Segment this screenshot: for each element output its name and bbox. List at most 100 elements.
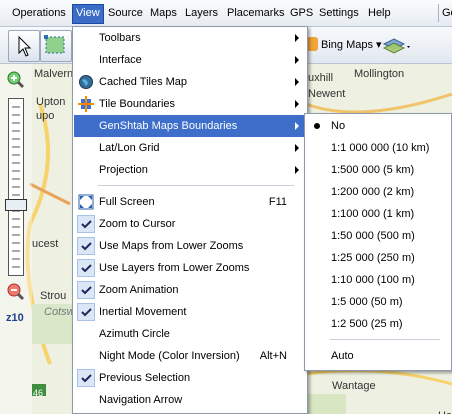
submenu-item-auto[interactable]: Auto <box>306 345 450 367</box>
submenu-arrow-icon <box>295 100 299 108</box>
menu-item-previous-selection[interactable]: Previous Selection <box>74 367 306 389</box>
menu-settings[interactable]: Settings <box>316 4 362 22</box>
submenu-item-scale-25k[interactable]: 1:25 000 (250 m) <box>306 247 450 269</box>
zoom-slider-track[interactable] <box>8 98 24 276</box>
map-label-upo: upo <box>36 110 55 122</box>
menu-operations[interactable]: Operations <box>9 4 69 22</box>
submenu-item-label: 1:2 500 (25 m) <box>331 318 403 330</box>
shortcut-label: Alt+N <box>259 350 287 362</box>
check-icon <box>77 303 95 321</box>
menu-bar: Operations View Source Maps Layers Place… <box>0 0 452 27</box>
menu-item-projection[interactable]: Projection <box>74 159 306 181</box>
menu-item-label: Full Screen <box>99 196 155 208</box>
submenu-item-label: No <box>331 120 346 132</box>
submenu-item-scale-500k[interactable]: 1:500 000 (5 km) <box>306 159 450 181</box>
menu-item-label: Zoom to Cursor <box>99 218 176 230</box>
submenu-item-label: 1:500 000 (5 km) <box>331 164 415 176</box>
map-label-malvern: Malvern <box>34 68 74 80</box>
check-icon <box>77 281 95 299</box>
selection-icon <box>44 35 65 54</box>
map-source-label: Bing Maps <box>321 39 373 51</box>
menu-view[interactable]: View <box>72 4 104 24</box>
submenu-item-scale-5k[interactable]: 1:5 000 (50 m) <box>306 291 450 313</box>
menu-item-label: Zoom Animation <box>99 284 179 296</box>
globe-icon <box>79 75 93 89</box>
menu-item-cached-tiles-map[interactable]: Cached Tiles Map <box>74 71 306 93</box>
submenu-item-label: 1:50 000 (500 m) <box>331 230 415 242</box>
map-source-selector[interactable]: Bing Maps ▾ <box>304 36 382 54</box>
submenu-arrow-icon <box>295 34 299 42</box>
menu-item-zoom-animation[interactable]: Zoom Animation <box>74 279 306 301</box>
submenu-item-label: 1:10 000 (100 m) <box>331 274 415 286</box>
menu-item-interface[interactable]: Interface <box>74 49 306 71</box>
map-label-wantage: Wantage <box>332 380 376 392</box>
submenu-item-scale-200k[interactable]: 1:200 000 (2 km) <box>306 181 450 203</box>
menu-help[interactable]: Help <box>365 4 394 22</box>
menu-placemarks[interactable]: Placemarks <box>224 4 287 22</box>
menu-item-night-mode[interactable]: Night Mode (Color Inversion) Alt+N <box>74 345 306 367</box>
layers-icon <box>382 38 410 54</box>
zoom-in-button[interactable] <box>6 70 26 90</box>
map-label-uxhill: uxhill <box>308 72 334 84</box>
map-label-strou: Strou <box>40 290 67 302</box>
menu-item-azimuth-circle[interactable]: Azimuth Circle <box>74 323 306 345</box>
menu-item-inertial-movement[interactable]: Inertial Movement <box>74 301 306 323</box>
menu-layers[interactable]: Layers <box>182 4 221 22</box>
map-label-cotsw: Cotsw <box>44 306 75 318</box>
menu-gps[interactable]: GPS <box>287 4 316 22</box>
submenu-arrow-icon <box>295 166 299 174</box>
submenu-item-scale-10k[interactable]: 1:10 000 (100 m) <box>306 269 450 291</box>
menu-item-label: Use Maps from Lower Zooms <box>99 240 244 252</box>
genshtab-submenu: No 1:1 000 000 (10 km) 1:500 000 (5 km) … <box>304 113 452 371</box>
map-label-upton: Upton <box>36 96 66 108</box>
menu-item-label: Lat/Lon Grid <box>99 142 160 154</box>
menu-separator <box>98 185 294 186</box>
submenu-item-label: 1:25 000 (250 m) <box>331 252 415 264</box>
layers-button[interactable] <box>380 32 414 58</box>
map-label-newent: Newent <box>308 88 346 100</box>
menu-item-use-maps-from-lower-zooms[interactable]: Use Maps from Lower Zooms <box>74 235 306 257</box>
menu-item-label: Projection <box>99 164 148 176</box>
check-icon <box>77 259 95 277</box>
submenu-item-scale-100k[interactable]: 1:100 000 (1 km) <box>306 203 450 225</box>
menu-item-label: GenShtab Maps Boundaries <box>99 120 238 132</box>
submenu-item-label: 1:200 000 (2 km) <box>331 186 415 198</box>
menu-item-full-screen[interactable]: Full Screen F11 <box>74 191 306 213</box>
pointer-tool-button[interactable] <box>8 30 40 62</box>
menu-item-navigation-arrow[interactable]: Navigation Arrow <box>74 389 306 411</box>
check-icon <box>77 237 95 255</box>
menu-item-tile-boundaries[interactable]: Tile Boundaries <box>74 93 306 115</box>
submenu-item-label: 1:5 000 (50 m) <box>331 296 403 308</box>
menu-item-label: Interface <box>99 54 142 66</box>
menu-item-label: Navigation Arrow <box>99 394 183 406</box>
menu-item-zoom-to-cursor[interactable]: Zoom to Cursor <box>74 213 306 235</box>
submenu-item-label: 1:100 000 (1 km) <box>331 208 415 220</box>
zoom-control: z10 <box>0 64 32 414</box>
menu-item-label: Previous Selection <box>99 372 191 384</box>
menu-item-label: Inertial Movement <box>99 306 187 318</box>
menu-separator <box>330 339 440 340</box>
menu-source[interactable]: Source <box>105 4 146 22</box>
menu-item-label: Use Layers from Lower Zooms <box>99 262 250 274</box>
submenu-item-scale-50k[interactable]: 1:50 000 (500 m) <box>306 225 450 247</box>
submenu-item-no[interactable]: No <box>306 115 450 137</box>
submenu-arrow-icon <box>295 144 299 152</box>
menu-item-label: Azimuth Circle <box>99 328 170 340</box>
zoom-out-button[interactable] <box>6 282 26 302</box>
radio-bullet-icon <box>314 123 320 129</box>
menu-maps[interactable]: Maps <box>147 4 180 22</box>
map-label-ha: Ha <box>438 410 452 414</box>
menu-item-lat-lon-grid[interactable]: Lat/Lon Grid <box>74 137 306 159</box>
menu-go[interactable]: Go <box>438 4 452 22</box>
map-label-ucest: ucest <box>32 238 59 250</box>
selection-tool-button[interactable] <box>40 30 72 62</box>
menu-item-use-layers-from-lower-zooms[interactable]: Use Layers from Lower Zooms <box>74 257 306 279</box>
menu-item-genshtab-maps-boundaries[interactable]: GenShtab Maps Boundaries <box>74 115 306 137</box>
view-menu: Toolbars Interface Cached Tiles Map Tile… <box>72 26 308 414</box>
submenu-item-label: Auto <box>331 350 354 362</box>
zoom-slider-handle[interactable] <box>5 199 27 211</box>
submenu-item-scale-1m[interactable]: 1:1 000 000 (10 km) <box>306 137 450 159</box>
fullscreen-icon <box>78 194 94 210</box>
submenu-item-scale-2500[interactable]: 1:2 500 (25 m) <box>306 313 450 335</box>
menu-item-toolbars[interactable]: Toolbars <box>74 27 306 49</box>
